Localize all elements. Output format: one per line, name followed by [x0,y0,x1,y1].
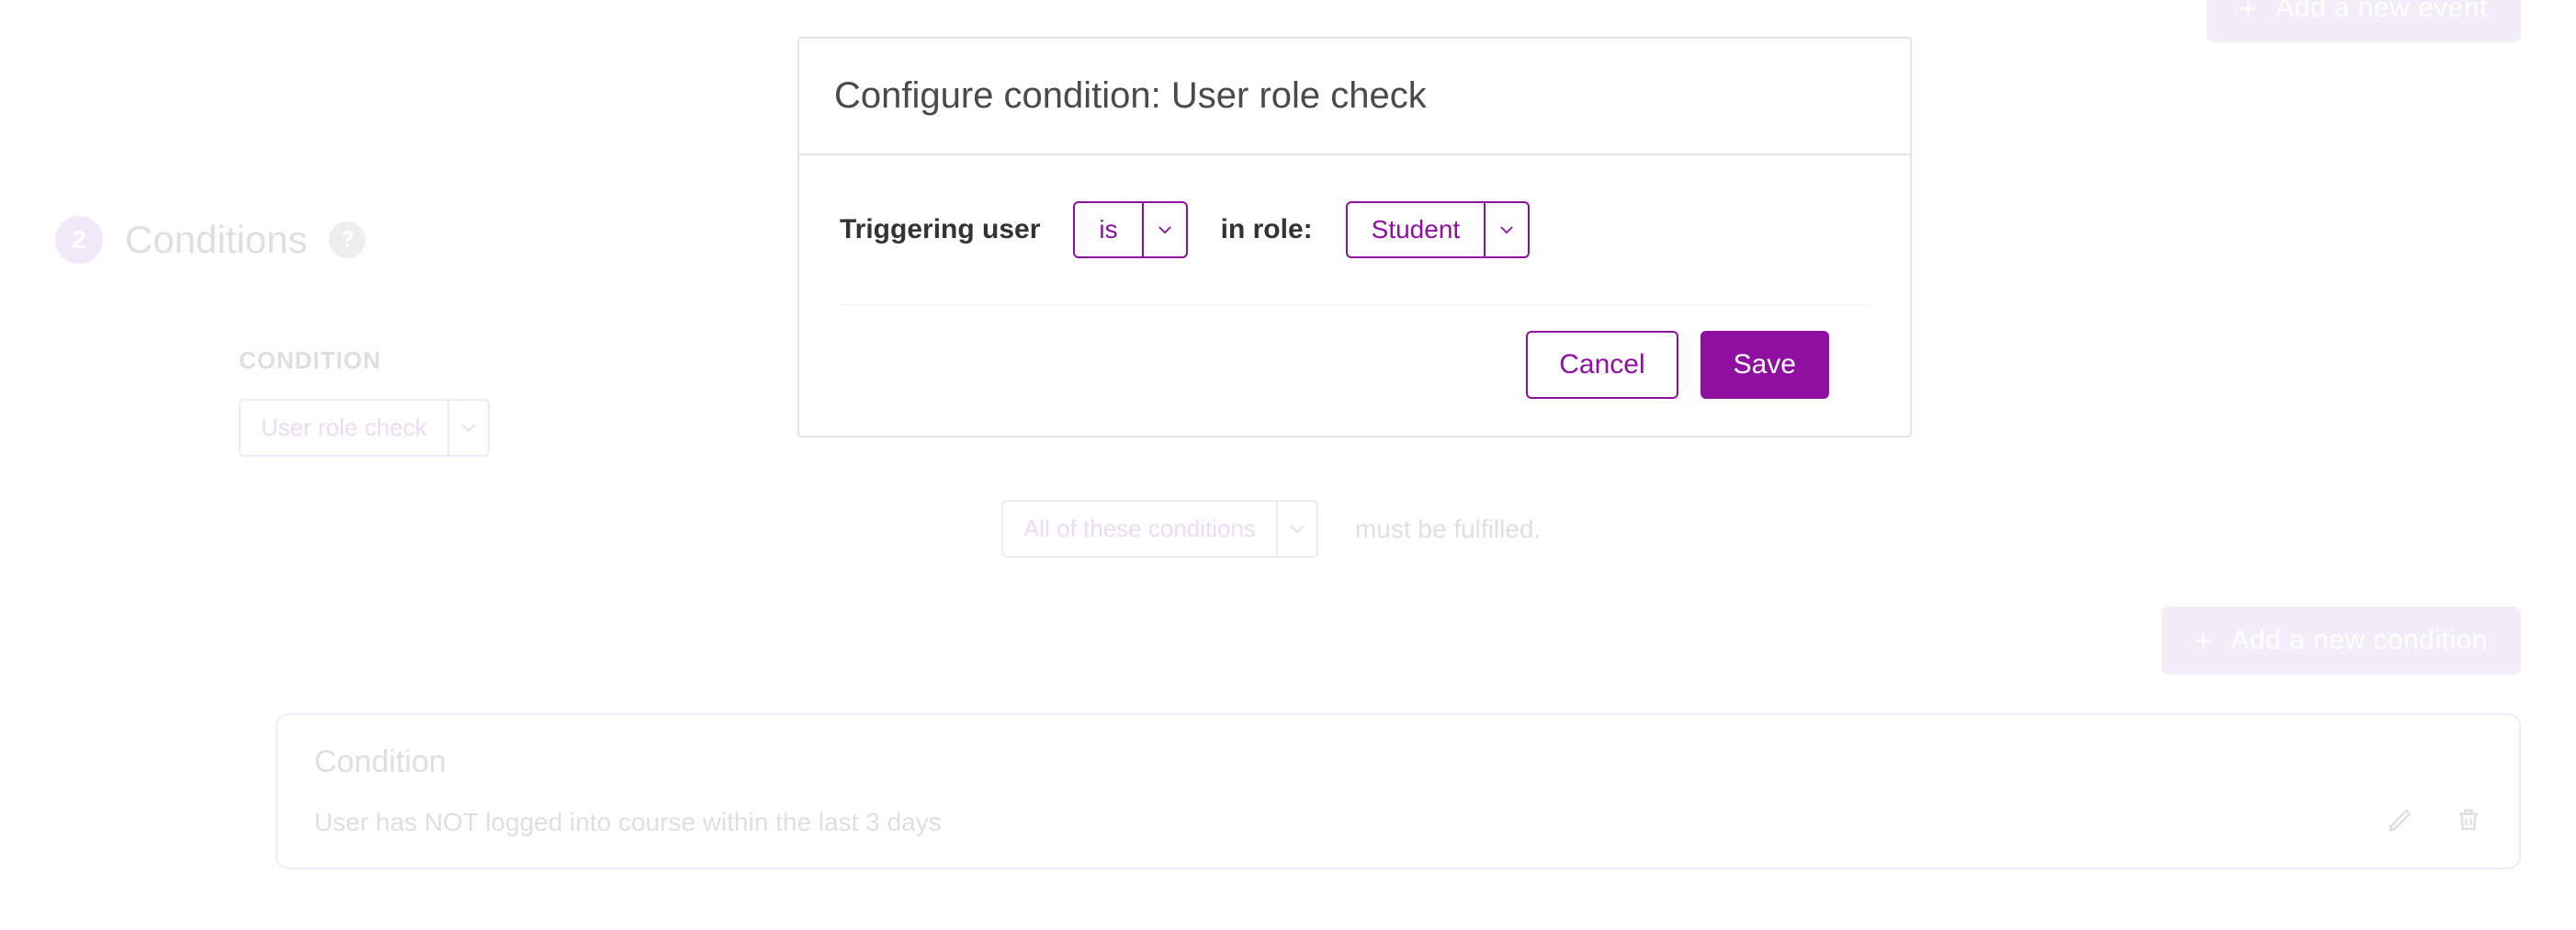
operator-select-value: is [1075,203,1141,256]
user-role-check-select[interactable]: User role check [239,399,490,457]
step-title: Conditions [125,218,307,262]
plus-icon: + [2195,626,2212,655]
role-select-value: Student [1348,203,1485,256]
chevron-down-icon [447,401,488,455]
help-icon[interactable]: ? [329,221,366,258]
in-role-label: in role: [1221,214,1313,245]
triggering-user-label: Triggering user [840,214,1040,245]
cancel-button[interactable]: Cancel [1526,331,1678,399]
add-condition-button[interactable]: + Add a new condition [2162,607,2521,675]
trash-icon[interactable] [2455,806,2482,838]
dialog-footer: Cancel Save [840,304,1870,436]
condition-card-actions [2387,806,2482,838]
dialog-body: Triggering user is in role: Student [799,155,1910,304]
operator-select[interactable]: is [1073,201,1187,258]
add-event-button[interactable]: + Add a new event [2207,0,2521,42]
chevron-down-icon [1484,203,1528,256]
condition-card-description: User has NOT logged into course within t… [314,808,942,837]
add-event-label: Add a new event [2276,0,2488,24]
step-number-badge: 2 [55,216,103,264]
add-condition-label: Add a new condition [2231,625,2488,656]
dialog-title: Configure condition: User role check [799,39,1910,155]
chevron-down-icon [1142,203,1186,256]
must-be-fulfilled-text: must be fulfilled. [1355,515,1541,544]
role-select[interactable]: Student [1346,201,1531,258]
save-button[interactable]: Save [1700,331,1829,399]
plus-icon: + [2240,0,2257,23]
condition-mode-select-label: All of these conditions [1003,502,1276,556]
user-role-check-select-label: User role check [241,401,447,455]
edit-icon[interactable] [2387,806,2414,838]
condition-card: Condition User has NOT logged into cours… [276,713,2521,869]
chevron-down-icon [1276,502,1316,556]
condition-card-title: Condition [314,744,2482,780]
condition-mode-select[interactable]: All of these conditions [1001,500,1318,558]
conditions-rule-row: All of these conditions must be fulfille… [1001,500,1541,558]
configure-condition-dialog: Configure condition: User role check Tri… [797,37,1912,437]
